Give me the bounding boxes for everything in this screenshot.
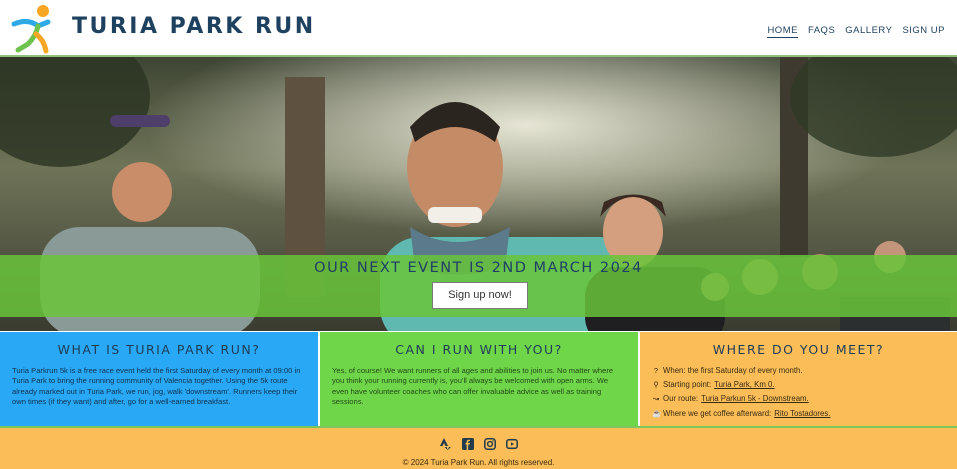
copyright-text: © 2024 Turia Park Run. All rights reserv… [402,458,555,467]
nav-home[interactable]: HOME [767,25,798,38]
can-i-run-text: Yes, of course! We want runners of all a… [332,366,614,407]
meet-coffee-text: Where we get coffee afterward: [663,408,772,418]
what-is-panel: WHAT IS TURIA PARK RUN? Turia Parkrun 5k… [0,332,320,426]
meet-coffee: ☕ Where we get coffee afterward: Rito To… [652,409,945,418]
route-icon: ↝ [652,394,660,404]
strava-icon[interactable] [440,438,452,450]
can-i-run-panel: CAN I RUN WITH YOU? Yes, of course! We w… [320,332,640,426]
next-event-title: OUR NEXT EVENT IS 2ND MARCH 2024 [314,260,643,276]
coffee-link[interactable]: Rito Tostadores. [774,409,830,418]
runner-logo-icon[interactable] [8,4,60,54]
youtube-icon[interactable] [505,438,518,450]
nav-signup[interactable]: SIGN UP [902,25,945,38]
where-meet-panel: WHERE DO YOU MEET? ? When: the first Sat… [640,332,957,426]
meet-route: ↝ Our route: Turia Parkun 5k - Downstrea… [652,394,945,403]
what-is-text: Turia Parkrun 5k is a free race event he… [12,366,301,407]
facebook-icon[interactable] [461,438,474,450]
nav-faqs[interactable]: FAQS [808,25,835,38]
brand-title[interactable]: TURIA PARK RUN [72,14,316,39]
coffee-icon: ☕ [652,408,662,418]
map-pin-icon: ⚲ [653,380,659,390]
nav-gallery[interactable]: GALLERY [845,25,892,38]
signup-button[interactable]: Sign up now! [432,282,528,309]
question-icon: ? [653,366,659,375]
meet-route-text: Our route: [663,394,699,404]
meet-start-text: Starting point: [663,380,712,390]
site-header: TURIA PARK RUN HOME FAQS GALLERY SIGN UP [0,0,957,57]
route-link[interactable]: Turia Parkun 5k - Downstream. [701,394,809,403]
instagram-icon[interactable] [483,438,496,450]
what-is-heading: WHAT IS TURIA PARK RUN? [57,342,261,357]
site-footer: © 2024 Turia Park Run. All rights reserv… [0,426,957,469]
meet-start: ⚲ Starting point: Turia Park, Km 0. [652,380,945,389]
meet-when-text: When: the first Saturday of every month. [663,366,803,375]
where-meet-heading: WHERE DO YOU MEET? [712,342,885,357]
social-links [0,438,957,450]
start-point-link[interactable]: Turia Park, Km 0. [714,380,774,389]
main-nav: HOME FAQS GALLERY SIGN UP [767,25,945,38]
meet-when: ? When: the first Saturday of every mont… [652,366,945,375]
can-i-run-heading: CAN I RUN WITH YOU? [395,342,563,357]
meet-list: ? When: the first Saturday of every mont… [652,366,945,418]
